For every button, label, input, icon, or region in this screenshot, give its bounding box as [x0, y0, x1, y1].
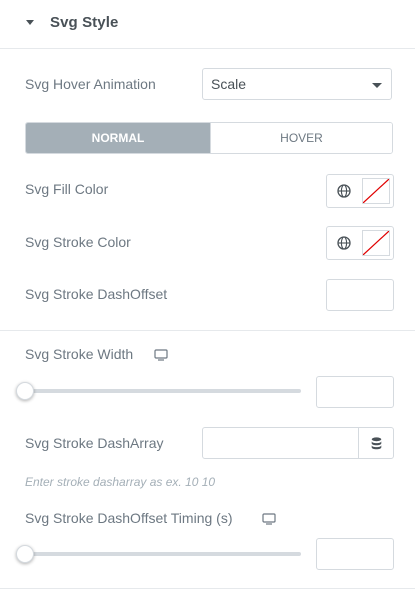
desktop-icon[interactable]: [262, 512, 276, 530]
stroke-color-control: [326, 226, 394, 260]
chevron-down-icon: [372, 83, 382, 88]
dash-array-hint: Enter stroke dasharray as ex. 10 10: [25, 475, 216, 489]
section-title: Svg Style: [50, 14, 119, 31]
dash-offset-timing-input[interactable]: [316, 538, 394, 570]
stroke-width-input[interactable]: [316, 376, 394, 408]
hover-animation-select[interactable]: Scale: [202, 68, 392, 100]
database-icon[interactable]: [358, 428, 393, 458]
section-divider-bottom: [0, 588, 415, 589]
dash-offset-input[interactable]: [326, 279, 394, 311]
state-tabs: NORMAL HOVER: [25, 122, 393, 154]
tab-hover[interactable]: HOVER: [210, 123, 392, 153]
section-header[interactable]: Svg Style: [0, 0, 415, 49]
stroke-width-label: Svg Stroke Width: [25, 346, 134, 362]
dash-offset-timing-slider-handle[interactable]: [16, 545, 34, 563]
fill-color-swatch[interactable]: [362, 178, 390, 204]
dash-offset-timing-slider[interactable]: [25, 552, 301, 556]
fill-color-control: [326, 174, 394, 208]
dash-offset-timing-label: Svg Stroke DashOffset Timing (s): [25, 510, 233, 526]
stroke-width-slider-handle[interactable]: [16, 382, 34, 400]
dash-array-input[interactable]: [202, 427, 394, 459]
globe-icon[interactable]: [327, 175, 361, 207]
fill-color-label: Svg Fill Color: [25, 181, 109, 197]
caret-down-icon[interactable]: [26, 20, 34, 25]
hover-animation-value: Scale: [211, 76, 247, 92]
globe-icon[interactable]: [327, 227, 361, 259]
desktop-icon[interactable]: [154, 348, 168, 366]
hover-animation-label: Svg Hover Animation: [25, 76, 156, 92]
section-divider: [0, 330, 415, 331]
dash-array-label: Svg Stroke DashArray: [25, 435, 164, 451]
stroke-color-swatch[interactable]: [362, 230, 390, 256]
dash-offset-label: Svg Stroke DashOffset: [25, 286, 168, 302]
tab-normal[interactable]: NORMAL: [26, 123, 210, 153]
stroke-color-label: Svg Stroke Color: [25, 234, 131, 250]
stroke-width-slider[interactable]: [25, 389, 301, 393]
